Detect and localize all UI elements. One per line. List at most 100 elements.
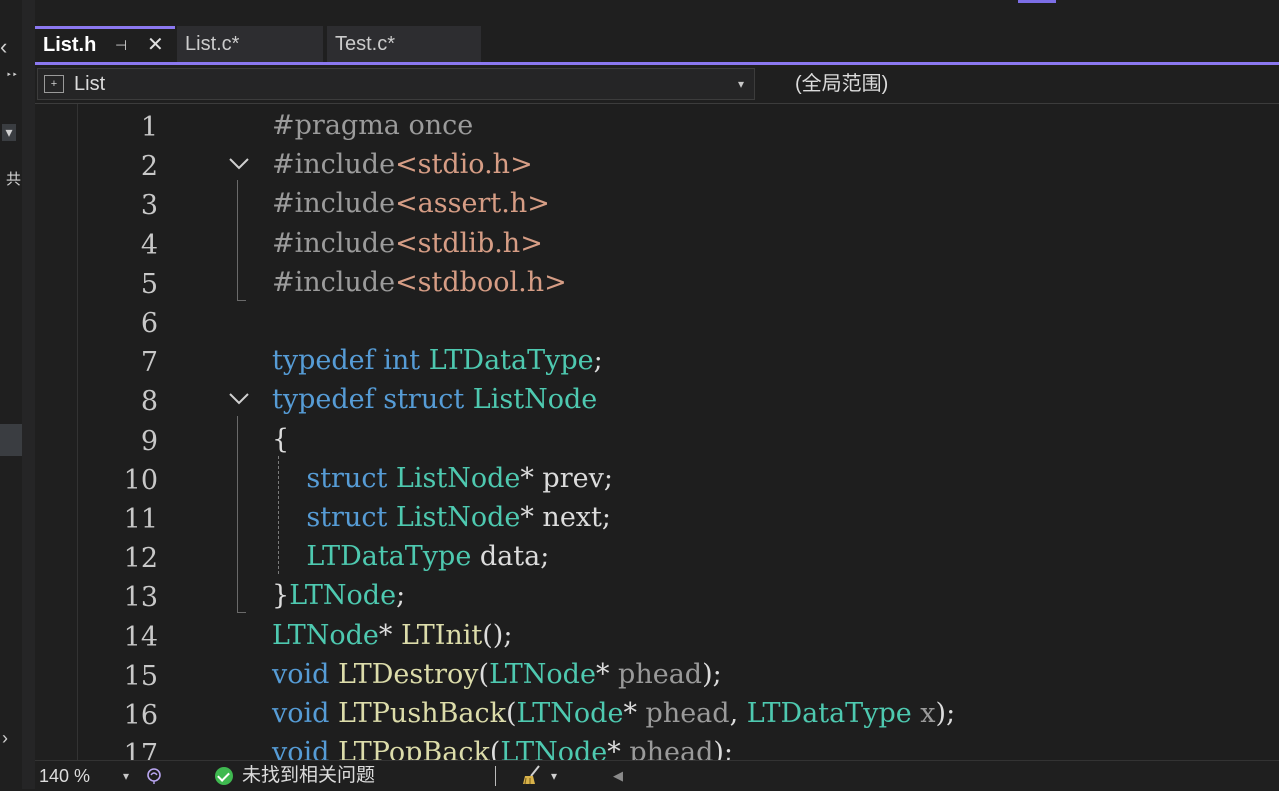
code-line[interactable]: 17 void LTPopBack(LTNode* phead);	[78, 735, 1279, 760]
code-token: <stdbool.h>	[395, 266, 567, 298]
line-number: 6	[140, 308, 158, 339]
project-dropdown[interactable]: + List ▾	[37, 68, 755, 100]
code-text: LTDataType data;	[272, 541, 549, 572]
code-line[interactable]: 1 #pragma once	[78, 108, 1279, 147]
panel-splitter[interactable]	[22, 0, 35, 789]
code-line[interactable]: 10 struct ListNode* prev;	[78, 461, 1279, 500]
line-number: 17	[123, 739, 158, 760]
code-token: #include	[272, 188, 396, 220]
tab-list-c[interactable]: List.c*	[177, 26, 323, 62]
code-token: ;	[396, 580, 406, 612]
code-token: );	[713, 737, 734, 760]
scroll-left-icon[interactable]: ◀	[613, 761, 623, 791]
code-token: <stdlib.h>	[395, 227, 543, 259]
code-token: LTPushBack	[338, 698, 506, 729]
code-line[interactable]: 2 #include<stdio.h>	[78, 147, 1279, 186]
code-token: (	[478, 658, 490, 690]
editor-margin	[35, 104, 78, 760]
chevron-down-icon[interactable]: ▾	[123, 761, 129, 791]
line-number: 10	[123, 464, 158, 496]
code-line[interactable]: 4 #include<stdlib.h>	[78, 226, 1279, 265]
line-number: 2	[140, 151, 158, 183]
line-number: 16	[123, 700, 158, 731]
no-issues-icon	[215, 767, 233, 785]
code-text: #include<stdio.h>	[272, 149, 533, 180]
code-text: struct ListNode* next;	[272, 502, 611, 533]
code-line[interactable]: 5 #include<stdbool.h>	[78, 265, 1279, 304]
zoom-level[interactable]: 140 %	[39, 761, 90, 791]
code-line[interactable]: 14 LTNode* LTInit();	[78, 618, 1279, 657]
code-token: void	[272, 698, 330, 729]
line-number: 12	[123, 543, 158, 575]
code-token: LTPopBack	[338, 737, 490, 760]
code-line[interactable]: 9{	[78, 422, 1279, 461]
code-token: struct	[306, 462, 388, 494]
code-token: LTDataType	[746, 698, 912, 729]
line-number: 3	[140, 190, 158, 222]
code-line[interactable]: 8 typedef struct ListNode	[78, 382, 1279, 421]
code-token: *	[623, 698, 646, 729]
project-icon: +	[44, 75, 64, 93]
code-token: LTNode	[272, 619, 379, 651]
code-token: ();	[482, 619, 513, 651]
chevron-down-icon[interactable]: ▾	[738, 69, 744, 99]
panel-label-glyph: 共	[6, 171, 22, 188]
pin-tab-icon[interactable]: ⊣	[115, 29, 127, 61]
close-tab-icon[interactable]: ✕	[147, 29, 164, 61]
code-token: #include	[272, 266, 396, 298]
code-line[interactable]: 12 LTDataType data;	[78, 539, 1279, 578]
code-token: typedef	[272, 384, 375, 416]
code-text: struct ListNode* prev;	[272, 463, 613, 494]
title-area	[35, 0, 1279, 26]
line-number: 11	[123, 504, 158, 535]
code-token: (	[506, 698, 517, 729]
code-token: struct	[383, 384, 465, 416]
code-token: LTDestroy	[338, 658, 479, 690]
code-line[interactable]: 3 #include<assert.h>	[78, 186, 1279, 225]
collapse-region-icon[interactable]	[228, 155, 249, 171]
expand-icon[interactable]: ›	[2, 728, 8, 749]
status-separator	[495, 766, 496, 786]
collapse-region-icon[interactable]	[228, 390, 249, 406]
code-line[interactable]: 15 void LTDestroy(LTNode* phead);	[78, 657, 1279, 696]
code-text: #pragma once	[272, 110, 473, 141]
tab-test-c[interactable]: Test.c*	[327, 26, 481, 62]
scope-dropdown[interactable]: (全局范围)	[795, 68, 888, 100]
code-token: *	[378, 619, 401, 651]
code-line[interactable]: 13}LTNode;	[78, 578, 1279, 617]
issues-status[interactable]: 未找到相关问题	[242, 761, 375, 791]
panel-selected-item[interactable]	[0, 424, 22, 456]
code-text: #include<stdlib.h>	[272, 228, 543, 259]
panel-dropdown-icon[interactable]: ▾	[2, 124, 16, 141]
tab-list-h[interactable]: List.h ⊣ ✕	[35, 26, 175, 62]
intellicode-icon[interactable]	[145, 767, 163, 785]
code-line[interactable]: 6	[78, 304, 1279, 343]
code-token: x	[920, 698, 936, 729]
code-token: *	[607, 737, 630, 760]
line-number: 4	[140, 229, 158, 261]
chevron-down-icon[interactable]: ▾	[551, 761, 557, 791]
code-token: phead	[645, 698, 730, 729]
pin-icon[interactable]: ‣‣	[6, 70, 18, 81]
code-line[interactable]: 16 void LTPushBack(LTNode* phead, LTDataT…	[78, 696, 1279, 735]
code-cleanup-icon[interactable]	[521, 764, 543, 786]
line-number: 7	[140, 347, 158, 379]
code-line[interactable]: 11 struct ListNode* next;	[78, 500, 1279, 539]
code-editor[interactable]: 1 #pragma once 2 #include<stdio.h> 3 #include…	[78, 104, 1279, 760]
code-token: #include	[272, 227, 396, 259]
code-token: ListNode	[395, 502, 521, 533]
code-token: LTDataType	[428, 345, 594, 377]
collapse-icon[interactable]: ‹	[0, 34, 7, 60]
code-token: phead	[629, 737, 714, 760]
line-number: 15	[123, 660, 158, 692]
code-text: #include<assert.h>	[272, 188, 550, 219]
code-line[interactable]: 7 typedef int LTDataType;	[78, 343, 1279, 382]
